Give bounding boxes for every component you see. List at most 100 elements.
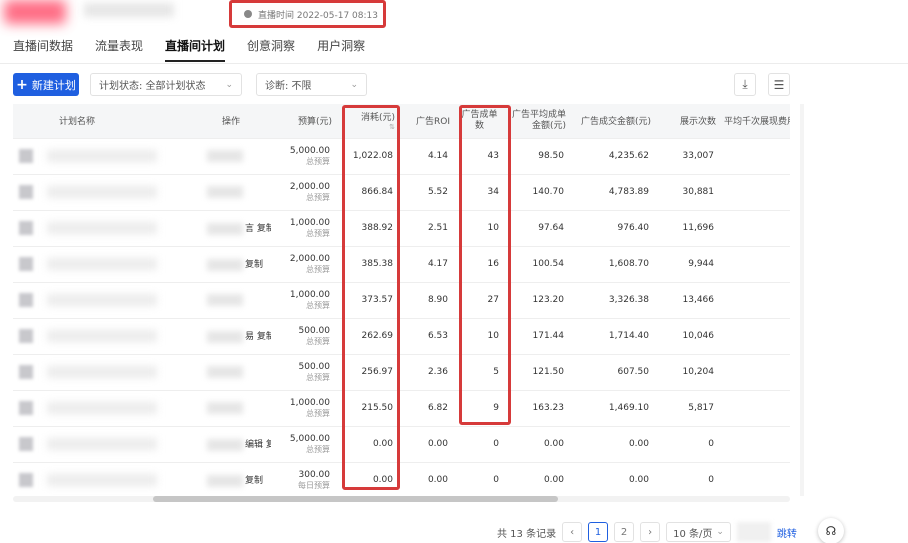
- plan-thumbnail-blurred: [19, 437, 33, 451]
- chevron-down-icon: ⌄: [225, 79, 233, 90]
- cpm-cell: [720, 462, 790, 496]
- budget-value: 1,000.00: [289, 217, 330, 228]
- col-orders[interactable]: 广告成单数: [454, 104, 505, 139]
- operation-blurred: [207, 258, 243, 271]
- chevron-down-icon: ⌄: [716, 527, 724, 537]
- budget-cell: 500.00 总预算: [271, 318, 336, 355]
- roi-cell: 6.53: [399, 318, 454, 355]
- page-1-button[interactable]: 1: [588, 522, 609, 542]
- gmv-cell: 607.50: [570, 354, 655, 391]
- roi-cell: 5.52: [399, 174, 454, 211]
- gmv-cell: 3,326.38: [570, 282, 655, 319]
- col-cpm[interactable]: 平均千次展现费用(元): [720, 104, 790, 139]
- col-avg-order[interactable]: 广告平均成单金额(元): [505, 104, 570, 139]
- operations-cell: 易 复制: [191, 318, 271, 355]
- avg-order-cell: 0.00: [505, 462, 570, 496]
- budget-type: 总预算: [306, 444, 330, 454]
- budget-type: 总预算: [306, 228, 330, 238]
- column-settings-button[interactable]: ☰: [768, 73, 790, 96]
- gmv-cell: 1,469.10: [570, 390, 655, 427]
- operation-blurred: [207, 186, 243, 198]
- cpm-cell: [720, 282, 790, 319]
- plan-name-cell[interactable]: [13, 426, 191, 463]
- budget-value: 5,000.00: [289, 145, 330, 156]
- chevron-left-icon: ‹: [570, 526, 575, 538]
- budget-value: 5,000.00: [289, 433, 330, 444]
- sort-icon[interactable]: ⇅: [340, 123, 395, 131]
- customer-support-button[interactable]: ☊: [818, 518, 844, 543]
- col-cost[interactable]: 消耗(元) ⇅: [336, 104, 399, 139]
- new-plan-button[interactable]: + 新建计划: [13, 73, 79, 96]
- page-2-button[interactable]: 2: [614, 522, 635, 542]
- col-gmv[interactable]: 广告成交金额(元): [570, 104, 655, 139]
- budget-type: 总预算: [306, 192, 330, 202]
- prev-page-button[interactable]: ‹: [562, 522, 583, 542]
- operation-links[interactable]: 复制: [245, 476, 263, 486]
- operation-links[interactable]: 编辑 复制: [245, 440, 271, 450]
- budget-cell: 1,000.00 总预算: [271, 390, 336, 427]
- plan-thumbnail-blurred: [19, 329, 33, 343]
- plan-name-cell[interactable]: [13, 210, 191, 247]
- orders-cell: 5: [454, 354, 505, 391]
- impressions-cell: 0: [655, 462, 720, 496]
- page-size-value: 10 条/页: [673, 528, 713, 540]
- budget-cell: 2,000.00 总预算: [271, 246, 336, 283]
- page-size-select[interactable]: 10 条/页 ⌄: [666, 522, 731, 542]
- impressions-cell: 5,817: [655, 390, 720, 427]
- tab-creative[interactable]: 创意洞察: [247, 37, 295, 62]
- operation-links[interactable]: 言 复制: [245, 224, 271, 234]
- plan-name-cell[interactable]: [13, 354, 191, 391]
- plan-name-blurred: [47, 438, 157, 450]
- chevron-right-icon: ›: [648, 526, 653, 538]
- operations-cell: [191, 138, 271, 175]
- top-bar: 直播时间 2022-05-17 08:13: [0, 0, 908, 34]
- operations-cell: [191, 390, 271, 427]
- gmv-cell: 4,235.62: [570, 138, 655, 175]
- diagnosis-select[interactable]: 诊断: 不限 ⌄: [256, 73, 367, 96]
- avg-order-cell: 171.44: [505, 318, 570, 355]
- scrollbar-thumb[interactable]: [153, 496, 558, 502]
- table-row: 易 复制500.00总预算262.696.5310171.441,714.401…: [13, 318, 790, 355]
- plan-name-cell[interactable]: [13, 318, 191, 355]
- plan-name-cell[interactable]: [13, 462, 191, 496]
- budget-type: 总预算: [306, 408, 330, 418]
- tab-live-plans[interactable]: 直播间计划: [165, 37, 226, 62]
- avg-order-cell: 97.64: [505, 210, 570, 247]
- col-impressions[interactable]: 展示次数: [655, 104, 720, 139]
- plan-name-cell[interactable]: [13, 282, 191, 319]
- budget-type: 总预算: [306, 264, 330, 274]
- headset-icon: ☊: [825, 524, 837, 538]
- jump-button[interactable]: 跳转: [777, 525, 797, 540]
- plan-name-cell[interactable]: [13, 138, 191, 175]
- plan-name-cell[interactable]: [13, 174, 191, 211]
- roi-cell: 4.17: [399, 246, 454, 283]
- roi-cell: 8.90: [399, 282, 454, 319]
- chevron-down-icon: ⌄: [350, 79, 358, 90]
- next-page-button[interactable]: ›: [640, 522, 661, 542]
- cost-cell: 388.92: [336, 210, 399, 247]
- tab-live-data[interactable]: 直播间数据: [13, 37, 73, 62]
- col-roi[interactable]: 广告ROI: [399, 104, 454, 139]
- vertical-scrollbar[interactable]: [800, 104, 804, 496]
- roi-cell: 4.14: [399, 138, 454, 175]
- operation-links[interactable]: 复制: [245, 260, 263, 270]
- orders-cell: 0: [454, 426, 505, 463]
- plus-icon: +: [16, 76, 28, 93]
- col-budget[interactable]: 预算(元): [271, 104, 336, 139]
- operation-links[interactable]: 易 复制: [245, 332, 271, 342]
- jump-page-input[interactable]: [736, 522, 771, 542]
- impressions-cell: 9,944: [655, 246, 720, 283]
- tab-traffic[interactable]: 流量表现: [95, 37, 143, 62]
- impressions-cell: 11,696: [655, 210, 720, 247]
- plan-name-cell[interactable]: [13, 390, 191, 427]
- plan-name-cell[interactable]: [13, 246, 191, 283]
- download-button[interactable]: ⤓: [734, 73, 756, 96]
- plan-status-select[interactable]: 计划状态: 全部计划状态 ⌄: [90, 73, 242, 96]
- budget-cell: 1,000.00 总预算: [271, 210, 336, 247]
- cpm-cell: [720, 318, 790, 355]
- tab-users[interactable]: 用户洞察: [317, 37, 365, 62]
- horizontal-scrollbar[interactable]: [13, 496, 790, 502]
- table-row: 5,000.00 总预算 1,022.08 4.14 43 98.50 4,235.62 33…: [13, 138, 790, 175]
- avg-order-cell: 121.50: [505, 354, 570, 391]
- cpm-cell: [720, 426, 790, 463]
